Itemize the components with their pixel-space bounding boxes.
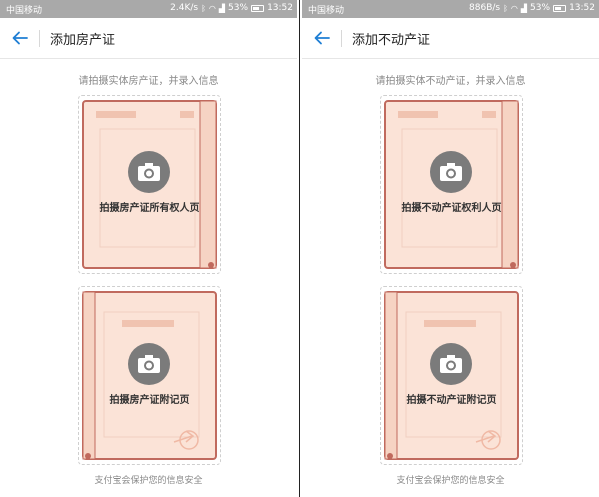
camera-button[interactable]	[128, 343, 170, 385]
battery-percent: 53%	[530, 3, 551, 13]
carrier-name: 中国移动	[6, 6, 43, 16]
battery-icon	[251, 4, 265, 12]
notes-page-upload-card[interactable]: 拍摄不动产证附记页	[380, 286, 523, 465]
back-arrow-icon[interactable]	[9, 27, 31, 49]
nav-bar: 添加房产证	[0, 18, 297, 59]
notes-page-label: 拍摄不动产证附记页	[406, 395, 497, 406]
camera-button[interactable]	[430, 151, 472, 193]
security-note: 支付宝会保护您的信息安全	[94, 476, 203, 486]
camera-button[interactable]	[430, 343, 472, 385]
network-speed: 2.4K/s	[170, 3, 199, 13]
rights-holder-page-label: 拍摄不动产证权利人页	[401, 203, 502, 214]
certificate-illustration: 拍摄房产证所有权人页	[82, 99, 217, 270]
clock: 13:52	[569, 3, 595, 13]
certificate-illustration: 拍摄不动产证权利人页	[384, 99, 519, 270]
camera-icon	[138, 355, 160, 373]
certificate-illustration: 拍摄不动产证附记页	[384, 290, 519, 461]
camera-icon	[440, 163, 462, 181]
status-indicators: 886B/s ᛒ ◠ ▟ 53% 13:52	[469, 3, 595, 13]
back-arrow-icon[interactable]	[311, 27, 333, 49]
instruction-text: 请拍摄实体房产证，并录入信息	[78, 76, 219, 87]
notes-page-upload-card[interactable]: 拍摄房产证附记页	[78, 286, 221, 465]
notes-page-label: 拍摄房产证附记页	[109, 395, 190, 406]
owner-page-label: 拍摄房产证所有权人页	[99, 203, 200, 214]
carrier-name: 中国移动	[308, 6, 345, 16]
signal-icon: ▟	[218, 3, 226, 13]
status-bar: 中国移动 886B/s ᛒ ◠ ▟ 53% 13:52	[302, 0, 599, 18]
bluetooth-icon: ᛒ	[201, 3, 206, 13]
camera-icon	[440, 355, 462, 373]
camera-button[interactable]	[128, 151, 170, 193]
status-bar: 中国移动 2.4K/s ᛒ ◠ ▟ 53% 13:52	[0, 0, 297, 18]
signal-icon: ▟	[520, 3, 528, 13]
network-speed: 886B/s	[469, 3, 501, 13]
battery-icon	[553, 4, 567, 12]
status-indicators: 2.4K/s ᛒ ◠ ▟ 53% 13:52	[170, 3, 293, 13]
nav-separator	[39, 30, 40, 47]
page-title: 添加房产证	[50, 33, 116, 48]
owner-page-upload-card[interactable]: 拍摄房产证所有权人页	[78, 95, 221, 274]
nav-separator	[341, 30, 342, 47]
certificate-illustration: 拍摄房产证附记页	[82, 290, 217, 461]
wifi-icon: ◠	[208, 3, 216, 13]
clock: 13:52	[267, 3, 293, 13]
instruction-text: 请拍摄实体不动产证，并录入信息	[375, 76, 526, 87]
page-title: 添加不动产证	[352, 33, 431, 48]
wifi-icon: ◠	[510, 3, 518, 13]
rights-holder-page-upload-card[interactable]: 拍摄不动产证权利人页	[380, 95, 523, 274]
screen-real-estate-certificate: 中国移动 886B/s ᛒ ◠ ▟ 53% 13:52 添加不动产证 请拍摄实体…	[302, 0, 599, 497]
nav-bar: 添加不动产证	[302, 18, 599, 59]
security-note: 支付宝会保护您的信息安全	[396, 476, 505, 486]
battery-percent: 53%	[228, 3, 249, 13]
camera-icon	[138, 163, 160, 181]
screen-house-certificate: 中国移动 2.4K/s ᛒ ◠ ▟ 53% 13:52 添加房产证 请拍摄实体房…	[0, 0, 297, 497]
bluetooth-icon: ᛒ	[503, 3, 508, 13]
